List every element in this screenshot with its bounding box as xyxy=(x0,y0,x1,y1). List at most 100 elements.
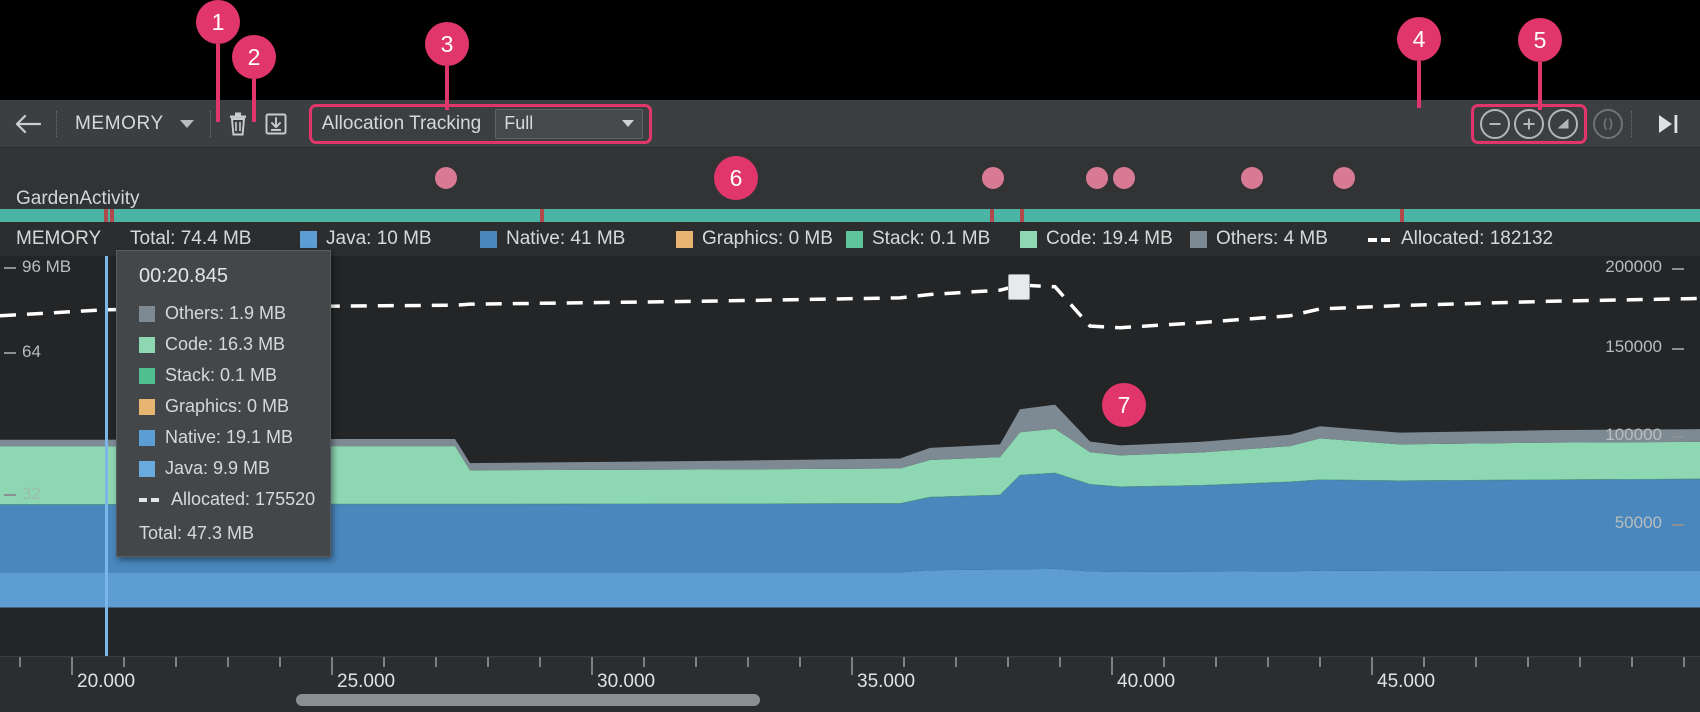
tooltip-row: Native: 19.1 MB xyxy=(117,422,330,453)
activity-segment-tick xyxy=(110,209,114,222)
x-axis-minor-tick xyxy=(1579,657,1581,667)
activity-segment-tick xyxy=(990,209,994,222)
activity-segment-tick xyxy=(1400,209,1404,222)
x-axis-major-tick xyxy=(71,657,73,675)
tooltip-row: Java: 9.9 MB xyxy=(117,453,330,484)
zoom-in-icon[interactable] xyxy=(1514,108,1544,139)
legend-item-native: Native: 41 MB xyxy=(480,228,625,250)
profiler-type-selector[interactable]: MEMORY xyxy=(65,113,194,135)
legend-section-label: MEMORY xyxy=(16,228,102,249)
tooltip-rows: Others: 1.9 MB Code: 16.3 MB Stack: 0.1 MB… xyxy=(117,298,330,515)
legend-color-swatch xyxy=(846,230,863,248)
tooltip-row: Allocated: 175520 xyxy=(117,484,330,515)
event-marker-dot[interactable] xyxy=(435,167,457,189)
x-axis-label: 25.000 xyxy=(337,671,396,692)
zoom-out-icon[interactable] xyxy=(1480,108,1510,139)
x-axis-minor-tick xyxy=(1475,657,1477,667)
event-marker-dot[interactable] xyxy=(1086,167,1108,189)
tooltip-color-swatch xyxy=(139,429,155,446)
x-axis-minor-tick xyxy=(1527,657,1529,667)
y-axis-right-label: 50000 xyxy=(1614,513,1662,532)
tooltip-row-label: Stack: 0.1 MB xyxy=(165,365,278,385)
y-axis-right-tick xyxy=(1672,348,1684,350)
y-axis-left-tick xyxy=(4,267,16,269)
back-arrow-icon[interactable] xyxy=(8,104,48,144)
x-axis-label: 20.000 xyxy=(77,671,136,692)
event-marker-dot[interactable] xyxy=(1333,167,1355,189)
timeline-x-axis: 20.000 25.000 30.000 35.000 40.000 45.000 xyxy=(0,656,1700,712)
activity-name-label: GardenActivity xyxy=(16,188,140,209)
attach-to-live-icon[interactable] xyxy=(1593,108,1623,139)
x-axis-minor-tick xyxy=(695,657,697,667)
legend-item-code: Code: 19.4 MB xyxy=(1020,228,1173,250)
jump-to-live-icon[interactable] xyxy=(1646,104,1690,144)
timeline-playhead[interactable] xyxy=(105,256,108,656)
tooltip-row-label: Code: 16.3 MB xyxy=(165,334,286,354)
x-axis-minor-tick xyxy=(1423,657,1425,667)
x-axis-major-tick xyxy=(851,657,853,675)
y-axis-right-tick xyxy=(1672,436,1684,438)
x-axis-minor-tick xyxy=(1215,657,1217,667)
x-axis-major-tick xyxy=(591,657,593,675)
legend-color-swatch xyxy=(480,230,497,248)
legend-color-swatch xyxy=(1020,230,1037,248)
legend-color-swatch xyxy=(300,230,317,248)
allocation-tracking-label: Allocation Tracking xyxy=(321,112,482,134)
legend-dashed-line-icon xyxy=(1368,231,1392,248)
tooltip-color-swatch xyxy=(139,367,155,384)
activity-segment-tick xyxy=(104,209,108,222)
allocation-tracking-select[interactable]: Full xyxy=(495,108,644,139)
x-axis-minor-tick xyxy=(643,657,645,667)
callout-badge-2: 2 xyxy=(232,35,276,79)
legend-item-java: Java: 10 MB xyxy=(300,228,432,250)
x-axis-major-tick xyxy=(1371,657,1373,675)
legend-item-label: Code: 19.4 MB xyxy=(1046,228,1173,249)
callout-stem xyxy=(1538,62,1542,110)
heap-dump-download-icon[interactable] xyxy=(259,107,293,141)
x-axis-label: 45.000 xyxy=(1377,671,1436,692)
chart-drag-handle[interactable] xyxy=(1008,274,1030,300)
y-axis-left-tick xyxy=(4,494,16,496)
area-series-java xyxy=(0,568,1700,608)
callout-badge-7: 7 xyxy=(1102,383,1146,427)
tooltip-color-swatch xyxy=(139,460,155,477)
callout-stem xyxy=(445,66,449,110)
toolbar-divider-2 xyxy=(209,110,211,137)
callout-badge-5: 5 xyxy=(1518,18,1562,62)
horizontal-scrollbar-thumb[interactable] xyxy=(296,694,760,706)
x-axis-minor-tick xyxy=(1163,657,1165,667)
event-marker-dot[interactable] xyxy=(1113,167,1135,189)
x-axis-minor-tick xyxy=(487,657,489,667)
allocation-tracking-group: Allocation Tracking Full xyxy=(308,103,653,144)
y-axis-right-label: 100000 xyxy=(1605,425,1662,444)
legend-item-label: Java: 10 MB xyxy=(326,228,432,249)
chevron-down-icon xyxy=(179,119,194,128)
tooltip-row: Others: 1.9 MB xyxy=(117,298,330,329)
x-axis-minor-tick xyxy=(123,657,125,667)
x-axis-minor-tick xyxy=(747,657,749,667)
event-timeline-strip[interactable]: GardenActivity xyxy=(0,148,1700,222)
callout-stem xyxy=(252,79,256,122)
legend-item-label: Stack: 0.1 MB xyxy=(872,228,991,249)
legend-color-swatch xyxy=(1190,230,1207,248)
tooltip-row: Stack: 0.1 MB xyxy=(117,360,330,391)
event-marker-dot[interactable] xyxy=(982,167,1004,189)
legend-item-allocated: Allocated: 182132 xyxy=(1368,228,1553,250)
trash-can-icon[interactable] xyxy=(221,107,255,141)
x-axis-minor-tick xyxy=(279,657,281,667)
toolbar-divider-3 xyxy=(1631,110,1632,137)
callout-stem xyxy=(1417,61,1421,108)
legend-item-label: Others: 4 MB xyxy=(1216,228,1328,249)
chevron-down-icon xyxy=(622,120,635,127)
x-axis-minor-tick xyxy=(799,657,801,667)
legend-item-others: Others: 4 MB xyxy=(1190,228,1328,250)
allocation-tracking-value: Full xyxy=(504,113,534,133)
tooltip-row-label: Allocated: 175520 xyxy=(171,489,316,509)
reset-zoom-icon[interactable] xyxy=(1548,108,1578,139)
event-marker-dot[interactable] xyxy=(1241,167,1263,189)
tooltip-dashed-line-icon xyxy=(139,492,161,508)
x-axis-label: 35.000 xyxy=(857,671,916,692)
legend-item-label: Allocated: 182132 xyxy=(1401,228,1554,249)
activity-segment-tick xyxy=(540,209,544,222)
horizontal-scrollbar-track[interactable] xyxy=(0,694,1700,706)
